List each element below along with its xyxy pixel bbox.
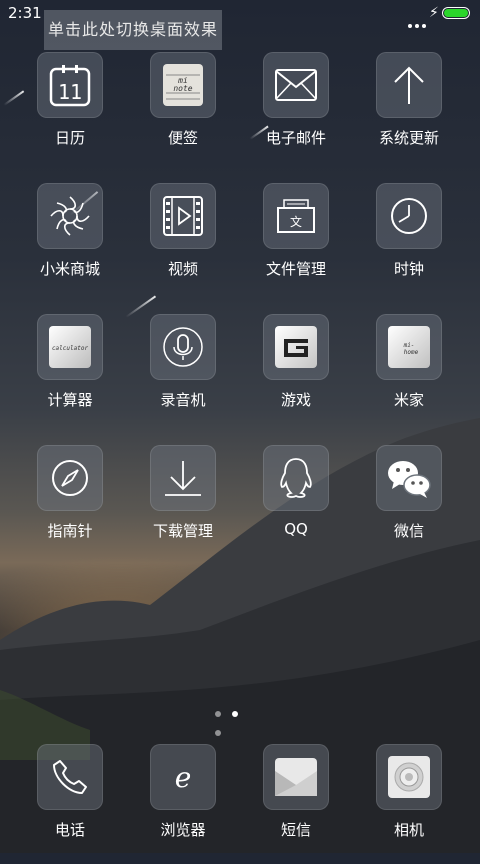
- update-arrow-icon: [376, 52, 442, 118]
- dock-app-messages[interactable]: 短信: [251, 744, 341, 864]
- app-calculator[interactable]: calculator 计算器: [25, 314, 115, 434]
- camera-icon: [376, 744, 442, 810]
- app-wechat[interactable]: 微信: [364, 445, 454, 565]
- app-label: 文件管理: [265, 260, 326, 278]
- app-notes[interactable]: mi note 便签: [138, 52, 228, 172]
- app-label: 下载管理: [152, 522, 213, 540]
- app-label: 视频: [167, 260, 198, 278]
- mihome-icon: mi-home: [376, 314, 442, 380]
- app-label: 电话: [54, 821, 85, 839]
- video-icon: [150, 183, 216, 249]
- microphone-icon: [150, 314, 216, 380]
- app-label: 日历: [54, 129, 85, 147]
- app-video[interactable]: 视频: [138, 183, 228, 303]
- calendar-day-number: 11: [58, 80, 82, 104]
- store-icon: [37, 183, 103, 249]
- notes-icon: mi note: [150, 52, 216, 118]
- calendar-icon: 11: [37, 52, 103, 118]
- dock-app-browser[interactable]: e 浏览器: [138, 744, 228, 864]
- app-calendar[interactable]: 11 日历: [25, 52, 115, 172]
- app-downloads[interactable]: 下载管理: [138, 445, 228, 565]
- app-label: QQ: [284, 520, 308, 538]
- dock-app-phone[interactable]: 电话: [25, 744, 115, 864]
- app-mi-store[interactable]: 小米商城: [25, 183, 115, 303]
- status-time: 2:31: [8, 4, 42, 22]
- app-label: 电子邮件: [265, 129, 326, 147]
- download-icon: [150, 445, 216, 511]
- app-label: 系统更新: [378, 129, 439, 147]
- svg-text:calculator: calculator: [52, 345, 89, 352]
- app-mail[interactable]: 电子邮件: [251, 52, 341, 172]
- app-label: 微信: [393, 522, 424, 540]
- charging-bolt-icon: ⚡: [429, 5, 439, 21]
- app-system-update[interactable]: 系统更新: [364, 52, 454, 172]
- app-qq[interactable]: QQ: [251, 445, 341, 565]
- app-label: 小米商城: [39, 260, 100, 278]
- game-icon: [263, 314, 329, 380]
- page-indicator[interactable]: [215, 702, 265, 736]
- compass-icon: [37, 445, 103, 511]
- page-dot[interactable]: [215, 711, 221, 717]
- phone-icon: [37, 744, 103, 810]
- app-label: 米家: [393, 391, 424, 409]
- svg-text:note: note: [173, 84, 192, 93]
- page-dot[interactable]: [215, 730, 221, 736]
- app-recorder[interactable]: 录音机: [138, 314, 228, 434]
- mail-icon: [263, 52, 329, 118]
- app-label: 相机: [393, 821, 424, 839]
- qq-penguin-icon: [263, 445, 329, 511]
- app-label: 浏览器: [160, 821, 206, 839]
- app-clock[interactable]: 时钟: [364, 183, 454, 303]
- messages-icon: [263, 744, 329, 810]
- wechat-icon: [376, 445, 442, 511]
- app-game[interactable]: 游戏: [251, 314, 341, 434]
- battery-icon: [442, 7, 470, 19]
- svg-text:文: 文: [290, 214, 302, 229]
- app-compass[interactable]: 指南针: [25, 445, 115, 565]
- app-label: 短信: [280, 821, 311, 839]
- svg-text:e: e: [175, 761, 192, 794]
- app-label: 便签: [167, 129, 198, 147]
- app-label: 计算器: [47, 391, 93, 409]
- browser-icon: e: [150, 744, 216, 810]
- svg-text:mi-: mi-: [403, 342, 415, 349]
- app-mi-home[interactable]: mi-home 米家: [364, 314, 454, 434]
- clock-icon: [376, 183, 442, 249]
- file-manager-icon: 文: [263, 183, 329, 249]
- app-label: 时钟: [393, 260, 424, 278]
- app-label: 录音机: [160, 391, 206, 409]
- meteor-streak: [3, 90, 25, 106]
- app-file-manager[interactable]: 文 文件管理: [251, 183, 341, 303]
- app-label: 游戏: [280, 391, 311, 409]
- calculator-icon: calculator: [37, 314, 103, 380]
- svg-text:home: home: [404, 349, 419, 356]
- page-dot-active[interactable]: [232, 711, 238, 717]
- switch-desktop-effect-toast[interactable]: 单击此处切换桌面效果: [44, 10, 222, 50]
- app-label: 指南针: [47, 522, 93, 540]
- dock-app-camera[interactable]: 相机: [364, 744, 454, 864]
